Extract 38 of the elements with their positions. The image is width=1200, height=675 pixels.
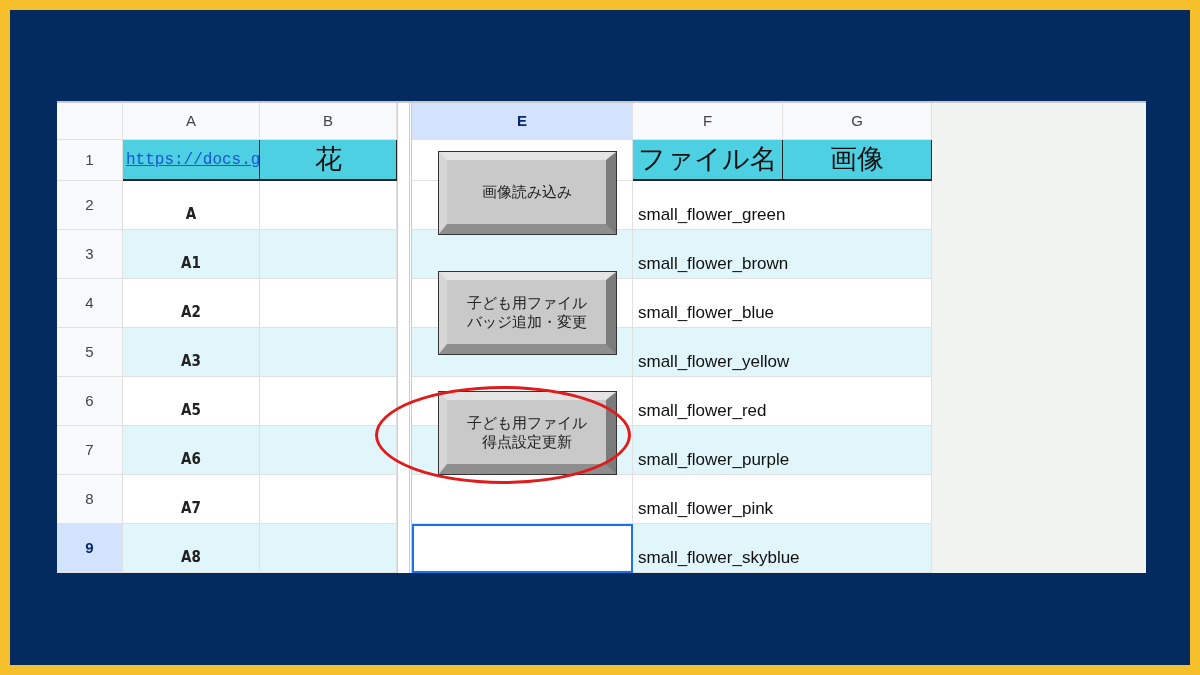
row-header[interactable]: 5: [57, 328, 123, 377]
table-cell: A3: [123, 328, 260, 377]
table-cell: A8: [123, 524, 260, 573]
table-cell: small_flower_red: [633, 377, 932, 426]
table-cell: A6: [123, 426, 260, 475]
row-header[interactable]: 2: [57, 181, 123, 230]
row-header[interactable]: 4: [57, 279, 123, 328]
table-cell: 花: [260, 140, 397, 181]
macro-button[interactable]: 子ども用ファイル 得点設定更新: [439, 392, 616, 474]
table-cell: A5: [123, 377, 260, 426]
table-cell: small_flower_purple: [633, 426, 932, 475]
macro-button[interactable]: 画像読み込み: [439, 152, 616, 234]
column-header[interactable]: F: [633, 103, 783, 140]
corner-cell[interactable]: [57, 103, 123, 140]
table-cell: A7: [123, 475, 260, 524]
row-header[interactable]: 6: [57, 377, 123, 426]
column-header[interactable]: A: [123, 103, 260, 140]
table-cell: A2: [123, 279, 260, 328]
row-header[interactable]: 1: [57, 140, 123, 181]
table-cell: ファイル名: [633, 140, 783, 181]
column-header[interactable]: B: [260, 103, 397, 140]
table-cell: small_flower_green: [633, 181, 932, 230]
table-cell: small_flower_skyblue: [633, 524, 932, 573]
row-header[interactable]: 9: [57, 524, 123, 573]
link[interactable]: https://docs.g: [126, 147, 259, 172]
table-cell: A: [123, 181, 260, 230]
row-header[interactable]: 7: [57, 426, 123, 475]
table-cell: A1: [123, 230, 260, 279]
row-header[interactable]: 8: [57, 475, 123, 524]
macro-button[interactable]: 子ども用ファイル バッジ追加・変更: [439, 272, 616, 354]
column-header[interactable]: G: [783, 103, 932, 140]
table-cell: small_flower_brown: [633, 230, 932, 279]
row-header[interactable]: 3: [57, 230, 123, 279]
table-cell: 画像: [783, 140, 932, 181]
table-cell: small_flower_yellow: [633, 328, 932, 377]
column-header[interactable]: E: [412, 103, 633, 140]
table-cell: small_flower_pink: [633, 475, 932, 524]
table-cell: small_flower_blue: [633, 279, 932, 328]
